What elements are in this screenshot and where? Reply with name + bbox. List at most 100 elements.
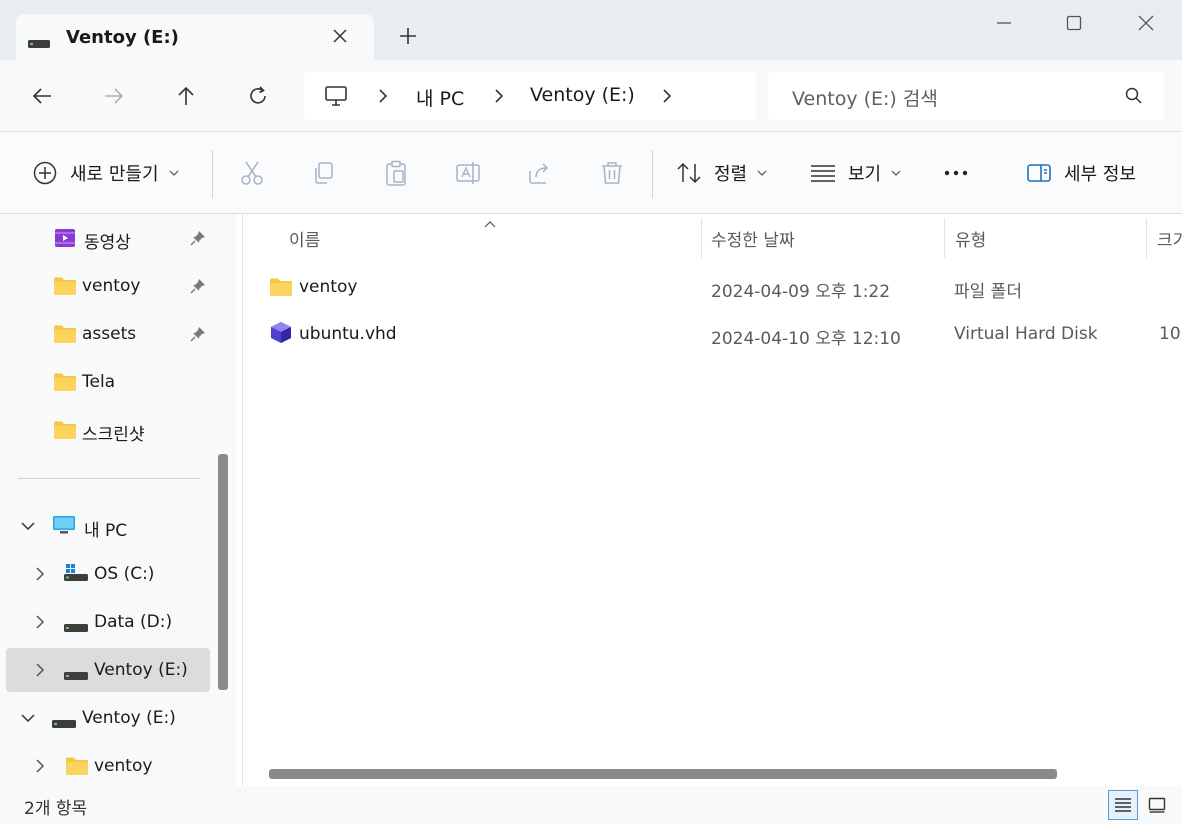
sort-ascending-icon [484, 214, 496, 233]
chevron-right-icon[interactable] [32, 614, 48, 635]
search-box[interactable]: Ventoy (E:) 검색 [768, 72, 1164, 120]
column-header-type[interactable]: 유형 [955, 226, 986, 251]
delete-button[interactable] [598, 156, 626, 190]
file-row[interactable]: ubuntu.vhd 2024-04-10 오후 12:10 Virtual H… [243, 313, 1182, 357]
column-divider[interactable] [944, 218, 945, 258]
sidebar-item-label: ventoy [82, 276, 141, 296]
search-input[interactable]: Ventoy (E:) 검색 [792, 84, 938, 111]
folder-icon [54, 421, 76, 444]
view-button[interactable]: 보기 [810, 156, 901, 190]
drive-icon [52, 714, 76, 734]
sidebar-item-ventoy-pinned[interactable]: ventoy [0, 264, 212, 308]
address-bar[interactable]: 내 PC Ventoy (E:) [304, 72, 756, 120]
sidebar-item-drive-d[interactable]: Data (D:) [0, 600, 212, 644]
sidebar-item-label: OS (C:) [94, 564, 155, 584]
sidebar-item-videos[interactable]: 동영상 [0, 216, 212, 260]
chevron-down-icon[interactable] [20, 710, 36, 731]
chevron-right-icon[interactable] [32, 566, 48, 587]
vhd-icon [269, 321, 293, 349]
file-list[interactable]: 이름 수정한 날짜 유형 크기 ventoy 2024-04-09 오후 1:2… [242, 214, 1182, 786]
more-options-button[interactable] [942, 156, 970, 190]
more-icon [944, 170, 968, 176]
chevron-right-icon[interactable] [492, 88, 506, 104]
navigation-pane[interactable]: 동영상 ventoy assets Tela 스크린샷 내 PC OS (C:)… [0, 214, 236, 786]
chevron-down-icon [757, 170, 767, 176]
file-name[interactable]: ventoy [299, 277, 357, 297]
column-header-size[interactable]: 크기 [1157, 226, 1182, 251]
sidebar-item-drive-e[interactable]: Ventoy (E:) [6, 648, 210, 692]
chevron-right-icon[interactable] [660, 88, 674, 104]
tiles-view-button[interactable] [1142, 790, 1172, 820]
toolbar-divider [212, 150, 213, 198]
rename-button[interactable] [454, 156, 482, 190]
file-modified: 2024-04-09 오후 1:22 [711, 282, 891, 302]
videos-icon [54, 227, 76, 254]
paste-button[interactable] [382, 156, 410, 190]
sidebar-item-ventoy-folder[interactable]: ventoy [0, 744, 212, 786]
column-divider[interactable] [701, 218, 702, 258]
sidebar-divider [18, 478, 200, 479]
forward-button[interactable] [100, 82, 128, 110]
breadcrumb-ventoy[interactable]: Ventoy (E:) [530, 84, 635, 106]
details-view-icon [1115, 798, 1131, 812]
pin-icon [190, 230, 206, 251]
plus-circle-icon [33, 161, 57, 185]
file-type: 파일 폴더 [954, 282, 1022, 302]
sidebar-item-label: Tela [82, 372, 116, 392]
minimize-button[interactable] [984, 8, 1024, 38]
sidebar-item-drive-c[interactable]: OS (C:) [0, 552, 212, 596]
file-row[interactable]: ventoy 2024-04-09 오후 1:22 파일 폴더 [243, 266, 1182, 310]
tab-title: Ventoy (E:) [66, 27, 179, 48]
up-button[interactable] [172, 82, 200, 110]
details-label: 세부 정보 [1064, 164, 1136, 185]
file-type: Virtual Hard Disk [954, 324, 1098, 344]
clipboard-icon [386, 160, 406, 186]
sidebar-item-ventoy-root[interactable]: Ventoy (E:) [0, 696, 212, 740]
sort-button[interactable]: 정렬 [676, 156, 767, 190]
sidebar-item-label: 내 PC [84, 521, 128, 541]
details-view-button[interactable] [1108, 790, 1138, 820]
sidebar-item-label: ventoy [94, 756, 153, 776]
file-size: 10 [1159, 324, 1181, 344]
column-header-modified[interactable]: 수정한 날짜 [711, 226, 795, 251]
breadcrumb-this-pc[interactable]: 내 PC [416, 84, 464, 111]
details-pane-button[interactable]: 세부 정보 [1026, 156, 1136, 190]
windows-drive-icon [64, 564, 88, 587]
drive-icon [64, 618, 88, 638]
refresh-button[interactable] [244, 82, 272, 110]
pin-icon [190, 278, 206, 299]
sidebar-item-screenshots[interactable]: 스크린샷 [0, 408, 212, 452]
close-window-button[interactable] [1126, 8, 1166, 38]
status-bar: 2개 항목 [0, 786, 1182, 824]
new-button[interactable]: 새로 만들기 [32, 156, 179, 190]
chevron-right-icon[interactable] [376, 88, 390, 104]
horizontal-scrollbar[interactable] [269, 769, 1057, 779]
scissors-icon [241, 161, 263, 185]
sidebar-item-tela[interactable]: Tela [0, 360, 212, 404]
view-label: 보기 [848, 164, 882, 185]
new-tab-button[interactable] [396, 24, 420, 48]
sidebar-scrollbar[interactable] [218, 454, 228, 690]
folder-icon [54, 325, 76, 348]
chevron-right-icon[interactable] [32, 758, 48, 779]
pin-icon [190, 326, 206, 347]
share-icon [529, 163, 549, 184]
close-tab-icon[interactable] [328, 24, 352, 48]
copy-button[interactable] [310, 156, 338, 190]
maximize-button[interactable] [1054, 8, 1094, 38]
chevron-down-icon[interactable] [20, 518, 36, 539]
chevron-right-icon[interactable] [32, 662, 48, 683]
tab-ventoy[interactable]: Ventoy (E:) [16, 14, 374, 62]
share-button[interactable] [526, 156, 554, 190]
search-icon [1124, 86, 1144, 110]
tiles-view-icon [1148, 797, 1166, 813]
column-header-name[interactable]: 이름 [289, 226, 320, 251]
back-button[interactable] [28, 82, 56, 110]
sidebar-item-label: assets [82, 324, 137, 344]
sidebar-item-assets[interactable]: assets [0, 312, 212, 356]
sort-icon [677, 162, 701, 184]
file-name[interactable]: ubuntu.vhd [299, 324, 397, 344]
column-divider[interactable] [1146, 218, 1147, 258]
cut-button[interactable] [238, 156, 266, 190]
sidebar-item-this-pc[interactable]: 내 PC [0, 504, 212, 548]
